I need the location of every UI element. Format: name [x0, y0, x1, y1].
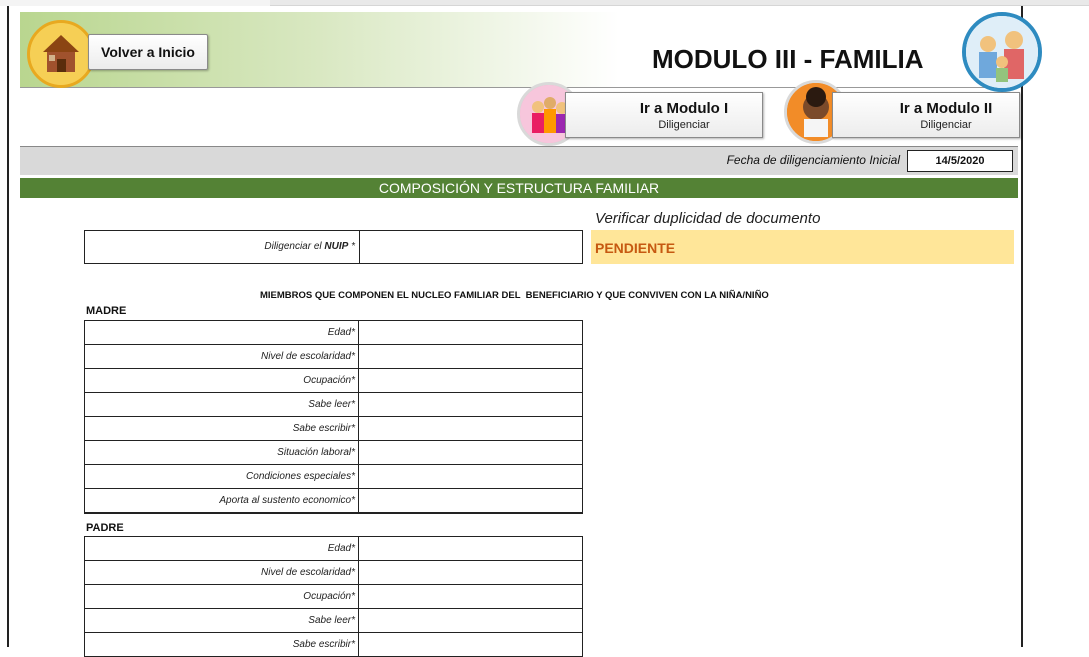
madre-field-input[interactable]	[359, 465, 582, 488]
nuip-label: Diligenciar el NUIP *	[85, 231, 360, 263]
table-row: Sabe leer*	[85, 393, 582, 417]
table-row: Sabe leer*	[85, 609, 582, 633]
module-1-title: Ir a Modulo I	[639, 100, 729, 117]
madre-field-label: Sabe leer*	[85, 393, 359, 416]
padre-field-label: Edad*	[85, 537, 359, 560]
nuip-input[interactable]	[360, 231, 582, 263]
table-row: Ocupación*	[85, 369, 582, 393]
module-1-subtitle: Diligenciar	[658, 119, 710, 131]
madre-field-label: Situación laboral*	[85, 441, 359, 464]
madre-field-input[interactable]	[359, 369, 582, 392]
go-to-module-1-button[interactable]: Ir a Modulo I Diligenciar	[565, 92, 763, 138]
verify-status-badge: PENDIENTE	[591, 230, 1014, 264]
section-title: COMPOSICIÓN Y ESTRUCTURA FAMILIAR	[20, 178, 1018, 198]
verify-duplicate-label: Verificar duplicidad de documento	[595, 210, 821, 227]
madre-field-label: Edad*	[85, 321, 359, 344]
padre-field-input[interactable]	[359, 609, 582, 632]
madre-field-input[interactable]	[359, 489, 582, 512]
date-value-field[interactable]: 14/5/2020	[907, 150, 1013, 172]
module-2-title: Ir a Modulo II	[899, 100, 993, 117]
madre-table: Edad* Nivel de escolaridad* Ocupación* Sabe…	[84, 320, 583, 514]
back-to-home-label: Volver a Inicio	[101, 44, 195, 60]
table-row: Situación laboral*	[85, 441, 582, 465]
padre-field-label: Sabe leer*	[85, 609, 359, 632]
table-row: Edad*	[85, 321, 582, 345]
back-to-home-button[interactable]: Volver a Inicio	[88, 34, 208, 70]
madre-field-label: Condiciones especiales*	[85, 465, 359, 488]
module-2-subtitle: Diligenciar	[920, 119, 972, 131]
family-icon	[962, 12, 1042, 92]
members-title: MIEMBROS QUE COMPONEN EL NUCLEO FAMILIAR…	[260, 290, 769, 301]
table-row: Edad*	[85, 537, 582, 561]
table-row: Sabe escribir*	[85, 633, 582, 657]
padre-field-label: Sabe escribir*	[85, 633, 359, 656]
madre-field-input[interactable]	[359, 345, 582, 368]
madre-field-label: Nivel de escolaridad*	[85, 345, 359, 368]
madre-section-label: MADRE	[86, 305, 127, 317]
madre-field-label: Ocupación*	[85, 369, 359, 392]
madre-field-label: Sabe escribir*	[85, 417, 359, 440]
madre-field-input[interactable]	[359, 441, 582, 464]
nuip-label-prefix: Diligenciar el	[264, 241, 322, 252]
date-label: Fecha de diligenciamiento Inicial	[726, 153, 900, 167]
madre-field-input[interactable]	[359, 393, 582, 416]
padre-field-label: Ocupación*	[85, 585, 359, 608]
padre-table: Edad* Nivel de escolaridad* Ocupación* Sabe…	[84, 536, 583, 657]
madre-field-label: Aporta al sustento economico*	[85, 489, 359, 512]
nuip-row: Diligenciar el NUIP *	[84, 230, 583, 264]
padre-field-label: Nivel de escolaridad*	[85, 561, 359, 584]
nuip-label-strong: NUIP	[324, 241, 349, 252]
table-row: Ocupación*	[85, 585, 582, 609]
page-title: MODULO III - FAMILIA	[652, 44, 924, 74]
table-row: Nivel de escolaridad*	[85, 561, 582, 585]
home-house-icon[interactable]	[27, 20, 95, 88]
nuip-label-suffix: *	[351, 241, 355, 252]
table-row: Condiciones especiales*	[85, 465, 582, 489]
table-row: Nivel de escolaridad*	[85, 345, 582, 369]
verify-status-text: PENDIENTE	[595, 240, 676, 256]
table-row: Aporta al sustento economico*	[85, 489, 582, 513]
go-to-module-2-button[interactable]: Ir a Modulo II Diligenciar	[832, 92, 1020, 138]
padre-field-input[interactable]	[359, 633, 582, 656]
padre-section-label: PADRE	[86, 522, 124, 534]
madre-field-input[interactable]	[359, 321, 582, 344]
table-row: Sabe escribir*	[85, 417, 582, 441]
padre-field-input[interactable]	[359, 585, 582, 608]
padre-field-input[interactable]	[359, 537, 582, 560]
padre-field-input[interactable]	[359, 561, 582, 584]
madre-field-input[interactable]	[359, 417, 582, 440]
